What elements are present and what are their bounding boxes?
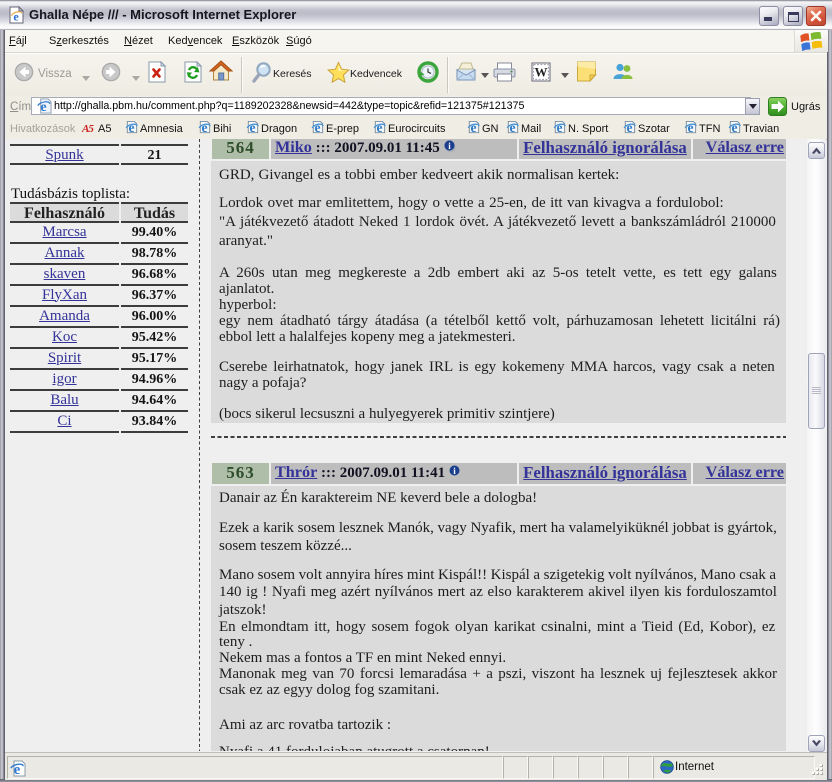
svg-text:W: W xyxy=(535,65,548,80)
